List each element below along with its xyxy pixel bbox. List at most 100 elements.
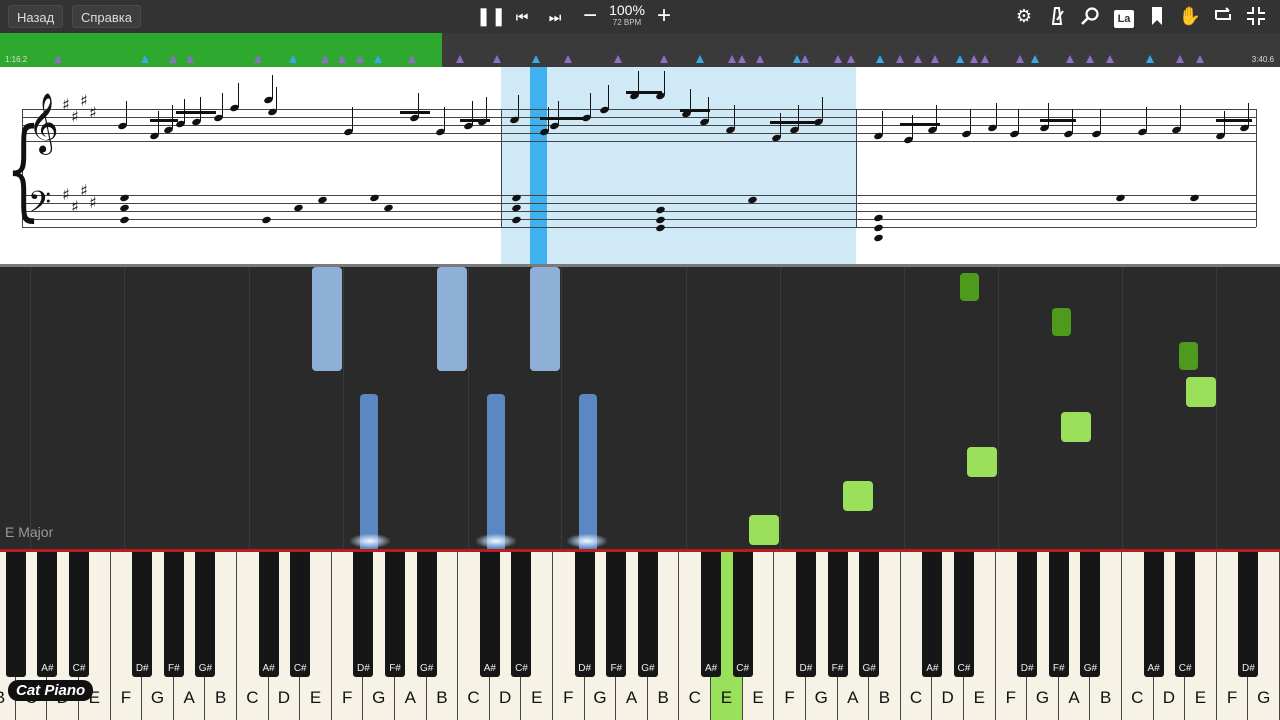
black-key[interactable]: A# — [701, 552, 722, 677]
black-key[interactable]: F# — [606, 552, 627, 677]
timeline-marker — [374, 55, 382, 63]
black-key[interactable]: C# — [290, 552, 311, 677]
note-head — [119, 215, 130, 225]
piano-keyboard[interactable]: BCDEFGABCDEFGABCDEFGABCEEFGABCDEFGABCDEF… — [0, 552, 1280, 720]
timeline-marker — [493, 55, 501, 63]
zoom-in-button[interactable]: + — [652, 4, 676, 28]
black-key[interactable]: A# — [1143, 552, 1164, 677]
loop-button[interactable] — [1211, 4, 1235, 28]
help-button[interactable]: Справка — [72, 5, 141, 28]
timeline-marker — [1086, 55, 1094, 63]
black-key[interactable]: G# — [637, 552, 658, 677]
black-key[interactable]: F# — [163, 552, 184, 677]
black-key[interactable]: D# — [1017, 552, 1038, 677]
white-key-label: D — [277, 688, 291, 707]
note-stem — [882, 111, 883, 135]
note-stem — [734, 105, 735, 129]
black-key[interactable]: G# — [1080, 552, 1101, 677]
black-key[interactable]: A# — [479, 552, 500, 677]
black-key[interactable]: F# — [1048, 552, 1069, 677]
black-key[interactable]: D# — [132, 552, 153, 677]
sharp-icon: ♯ — [71, 197, 79, 216]
back-button[interactable]: Назад — [8, 5, 64, 28]
black-key-label: G# — [862, 663, 876, 674]
previous-button[interactable]: ⏮ — [510, 4, 534, 28]
note-head — [873, 223, 884, 233]
current-time: 1:16.2 — [5, 55, 28, 64]
note-beam — [1216, 119, 1252, 122]
staff-line — [22, 195, 1256, 196]
timeline-marker — [931, 55, 939, 63]
timeline-marker — [1066, 55, 1074, 63]
falling-note — [960, 273, 979, 301]
white-key-label: B — [436, 688, 448, 707]
black-key[interactable]: F# — [385, 552, 406, 677]
falling-note — [1061, 412, 1091, 442]
fullscreen-exit-button[interactable] — [1244, 4, 1268, 28]
black-key[interactable]: D# — [353, 552, 374, 677]
note-labels-button[interactable]: La — [1112, 4, 1136, 28]
sharp-icon: ♯ — [62, 185, 70, 204]
lane-gridline — [1122, 267, 1123, 552]
white-key-label: B — [878, 688, 891, 707]
black-key[interactable]: C# — [732, 552, 753, 677]
black-key[interactable]: C# — [1175, 552, 1196, 677]
lane-gridline — [686, 267, 687, 552]
pause-button[interactable]: ❚❚ — [476, 4, 506, 28]
sharp-icon: ♯ — [62, 95, 70, 114]
black-key[interactable]: F# — [827, 552, 848, 677]
note-stem — [780, 113, 781, 137]
white-key-label: C — [688, 688, 701, 707]
black-key[interactable]: G# — [859, 552, 880, 677]
black-key-label: C# — [72, 663, 86, 674]
black-key[interactable]: G# — [195, 552, 216, 677]
black-key[interactable]: A# — [37, 552, 58, 677]
black-key-label: F# — [610, 663, 623, 674]
black-key-label: D# — [578, 663, 592, 674]
black-key[interactable]: D# — [795, 552, 816, 677]
hand-button[interactable]: ✋ — [1178, 4, 1202, 28]
staff-line — [22, 109, 1256, 110]
note-stem — [558, 101, 559, 125]
search-button[interactable] — [1078, 4, 1102, 28]
white-key-label: F — [341, 688, 353, 707]
metronome-button[interactable] — [1045, 4, 1069, 28]
zoom-out-button[interactable]: − — [578, 4, 602, 28]
black-key[interactable]: G# — [416, 552, 437, 677]
white-key-label: B — [657, 688, 669, 707]
black-key[interactable]: C# — [511, 552, 532, 677]
white-key-label: G — [1257, 688, 1271, 707]
timeline-marker — [141, 55, 149, 63]
black-key[interactable]: D# — [574, 552, 595, 677]
white-key-label: G — [814, 688, 828, 707]
note-stem — [912, 115, 913, 139]
falling-note — [579, 394, 597, 552]
black-key[interactable]: C# — [953, 552, 974, 677]
settings-button[interactable]: ⚙ — [1012, 4, 1036, 28]
black-key-label: D# — [1241, 663, 1255, 674]
black-key[interactable]: C# — [69, 552, 89, 677]
black-key[interactable]: D# — [1238, 552, 1259, 677]
sheet-music[interactable]: { 𝄞 𝄢 ♯ ♯ ♯ ♯ ♯ ♯ ♯ ♯ — [0, 67, 1280, 267]
white-key-label: E — [309, 688, 322, 707]
falling-note — [749, 515, 779, 545]
song-timeline[interactable]: 1:16.2 3:40.6 — [0, 33, 1280, 67]
black-key[interactable]: A# — [922, 552, 943, 677]
bookmark-button[interactable] — [1145, 4, 1169, 28]
black-key-label: G# — [641, 663, 655, 674]
note-beam — [1040, 119, 1076, 122]
sharp-icon: ♯ — [89, 193, 97, 212]
note-stem — [996, 103, 997, 127]
timeline-marker — [1016, 55, 1024, 63]
black-key[interactable]: A# — [258, 552, 279, 677]
timeline-marker — [614, 55, 622, 63]
black-key[interactable] — [5, 552, 26, 677]
next-button[interactable]: ⏭ — [543, 4, 567, 28]
timeline-marker — [1146, 55, 1154, 63]
key-hit-spark — [350, 534, 390, 548]
white-key-label: B — [215, 688, 227, 707]
watermark: Cat Piano — [8, 680, 94, 701]
total-time: 3:40.6 — [1251, 55, 1274, 64]
black-key-label: D# — [357, 663, 370, 674]
timeline-marker — [254, 55, 262, 63]
